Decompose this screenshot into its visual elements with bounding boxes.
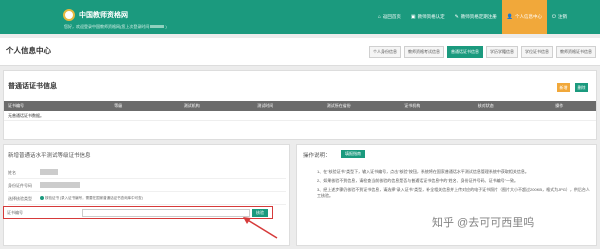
column-header: 等级 <box>114 103 123 108</box>
help-item: 1、在"核验证书"类型下，输入证书编号，点击"核验"按钮，系统将在国家普通话水平… <box>317 169 529 174</box>
help-item: 3、经上述步骤仍核验不到证书信息，请选择"录入证书"类型，补全相关信息并上传对应… <box>317 187 590 198</box>
top-header: 中国教师资格网 您好，欢迎登录中国教师资格网(您上次登录时间) ⌂ 返回首页 ▣… <box>0 0 600 34</box>
table-header: 证书编号 等级 测试机构 测试时间 测试所在省份 证书机构 核对状态 操作 <box>4 101 596 111</box>
id-row: 身份证件号码 <box>8 180 286 192</box>
top-nav: ⌂ 返回首页 ▣ 教师资格认定 ✎ 教师资格定期注册 👤 个人信息中心 ⏻ 注销 <box>373 0 572 34</box>
cert-number-input[interactable] <box>82 209 250 217</box>
tab-degree[interactable]: 学位证书信息 <box>521 46 553 58</box>
page-title: 个人信息中心 <box>6 46 51 55</box>
tab-identity[interactable]: 个人身份信息 <box>369 46 401 58</box>
cert-table: 证书编号 等级 测试机构 测试时间 测试所在省份 证书机构 核对状态 操作 无普… <box>4 101 596 121</box>
tab-education[interactable]: 学历学籍信息 <box>486 46 518 58</box>
verify-button[interactable]: 核验 <box>252 209 268 217</box>
name-value <box>40 169 286 176</box>
id-value <box>40 182 286 189</box>
redacted-name <box>40 169 58 175</box>
help-item: 2、如果核验不到信息，请检查当前核验的信息是否与普通话证书信息中的"姓名、身份证… <box>317 178 519 183</box>
section-title: 普通话证书信息 <box>8 83 57 90</box>
nav-home[interactable]: ⌂ 返回首页 <box>373 0 406 34</box>
empty-row: 无普通话证书数据。 <box>4 111 596 121</box>
nav-logout[interactable]: ⏻ 注销 <box>547 0 572 34</box>
column-header: 测试所在省份 <box>326 103 351 108</box>
edit-icon: ✎ <box>454 13 459 20</box>
add-button[interactable]: 新增 <box>557 83 570 92</box>
info-icon: ▣ <box>410 13 416 20</box>
welcome-message: 您好，欢迎登录中国教师资格网(您上次登录时间) <box>64 24 167 29</box>
column-header: 测试机构 <box>183 103 200 108</box>
column-header: 证书编号 <box>8 103 24 108</box>
mandarin-cert-panel: 普通话证书信息 新增 删除 证书编号 等级 测试机构 测试时间 测试所在省份 证… <box>3 70 597 140</box>
home-icon: ⌂ <box>377 13 381 20</box>
power-icon: ⏻ <box>552 13 556 20</box>
form-title: 新增普通话水平测试等级证书信息 <box>8 153 91 159</box>
new-cert-form: 新增普通话水平测试等级证书信息 姓名 身份证件号码 选择核验类型 核验证书 (录… <box>3 144 290 246</box>
tab-mandarin[interactable]: 普通话证书信息 <box>447 46 483 58</box>
id-label: 身份证件号码 <box>8 182 32 188</box>
cert-number-highlight: 证书编号 核验 <box>3 206 273 219</box>
help-panel: 操作说明： 填报指南 1、在"核验证书"类型下，输入证书编号，点击"核验"按钮，… <box>296 144 597 246</box>
cert-number-label: 证书编号 <box>7 210 23 215</box>
site-logo[interactable]: 中国教师资格网 <box>63 9 128 21</box>
nav-profile-center[interactable]: 👤 个人信息中心 <box>501 0 548 34</box>
watermark: 知乎 @去可可西里呜 <box>432 217 535 229</box>
profile-header: 个人信息中心 个人身份信息 教师资格考试信息 普通话证书信息 学历学籍信息 学位… <box>0 38 600 66</box>
guide-button[interactable]: 填报指南 <box>341 150 365 158</box>
radio-verify[interactable]: 核验证书 (录入证书编号，需要在国家普通话证书查询库中可查) <box>40 196 143 201</box>
user-icon: 👤 <box>506 13 514 20</box>
site-title: 中国教师资格网 <box>79 12 128 19</box>
column-header: 核对状态 <box>477 103 494 108</box>
query-type-label: 选择核验类型 <box>8 195 32 201</box>
name-label: 姓名 <box>8 169 16 175</box>
radio-checked-icon <box>40 196 44 201</box>
tab-exam[interactable]: 教师资格考试信息 <box>404 46 444 58</box>
profile-tabs: 个人身份信息 教师资格考试信息 普通话证书信息 学历学籍信息 学位证书信息 教师… <box>369 46 596 58</box>
column-header: 测试时间 <box>257 103 274 108</box>
tab-teacher-cert[interactable]: 教师资格证书信息 <box>556 46 596 58</box>
column-header: 操作 <box>555 103 564 108</box>
column-header: 证书机构 <box>404 103 421 108</box>
nav-registration[interactable]: ✎ 教师资格定期注册 <box>450 0 502 34</box>
name-row: 姓名 <box>8 167 286 179</box>
help-list: 1、在"核验证书"类型下，输入证书编号，点击"核验"按钮，系统将在国家普通话水平… <box>317 169 592 202</box>
emblem-icon <box>63 9 75 21</box>
redacted-id <box>40 182 80 188</box>
help-title: 操作说明： <box>303 153 331 159</box>
delete-button[interactable]: 删除 <box>575 83 588 92</box>
redacted-timestamp <box>150 25 165 29</box>
nav-qualification[interactable]: ▣ 教师资格认定 <box>406 0 450 34</box>
